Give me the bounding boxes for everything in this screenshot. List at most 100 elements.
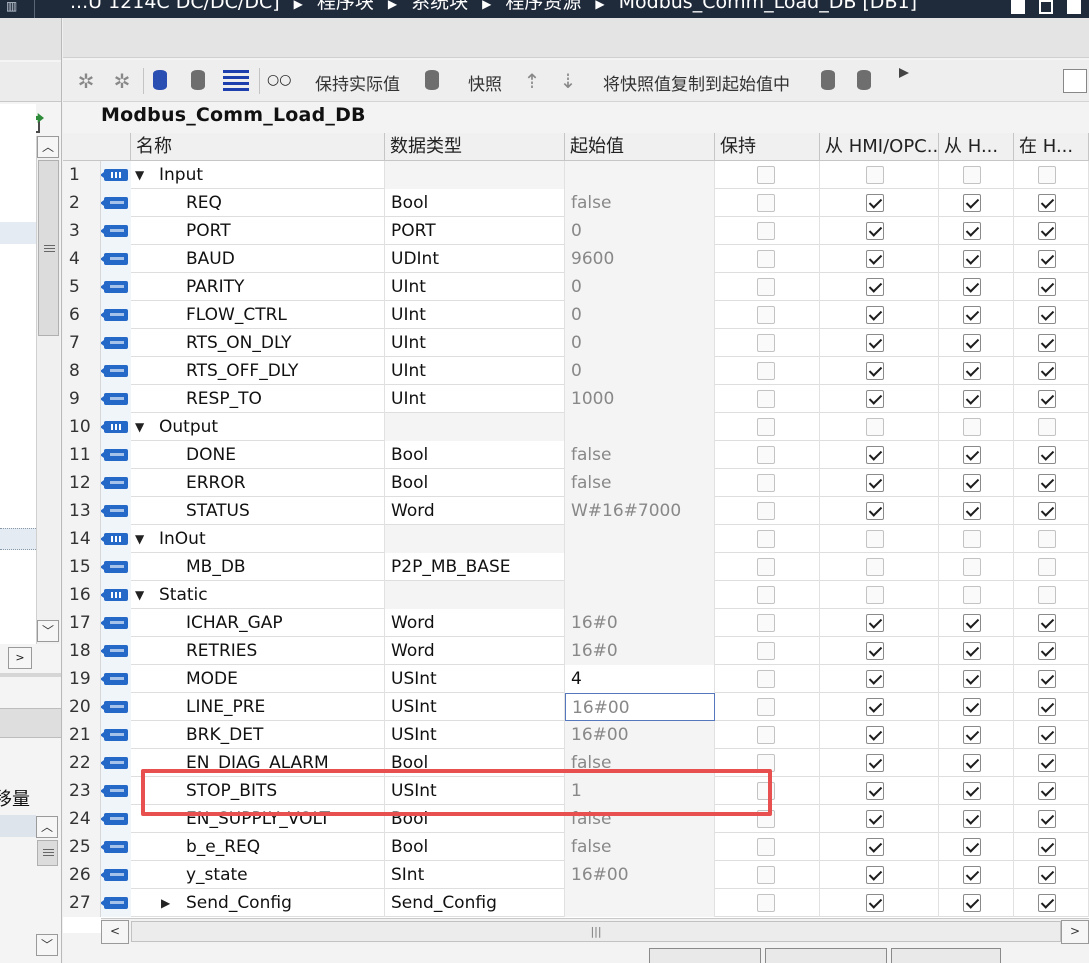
from-h-checkbox[interactable] bbox=[963, 278, 981, 296]
scroll-down-button[interactable]: ﹀ bbox=[37, 620, 59, 642]
start-value-cell[interactable]: 16#00 bbox=[565, 721, 715, 749]
retain-checkbox[interactable] bbox=[757, 474, 775, 492]
retain-checkbox[interactable] bbox=[757, 278, 775, 296]
breadcrumb-item[interactable]: 程序资源 bbox=[505, 0, 581, 13]
retain-checkbox[interactable] bbox=[757, 866, 775, 884]
name-cell[interactable]: RTS_ON_DLY bbox=[131, 329, 385, 357]
in-h-checkbox[interactable] bbox=[1038, 698, 1056, 716]
hmi-opc-checkbox[interactable] bbox=[866, 866, 884, 884]
name-cell[interactable]: PARITY bbox=[131, 273, 385, 301]
data-type-cell[interactable]: UInt bbox=[385, 329, 565, 357]
start-value-cell[interactable]: 0 bbox=[565, 273, 715, 301]
user-icon[interactable] bbox=[1063, 69, 1087, 93]
monitor-all-icon[interactable]: ○○ bbox=[267, 72, 293, 88]
start-value-cell[interactable]: false bbox=[565, 749, 715, 777]
data-type-cell[interactable] bbox=[385, 413, 565, 441]
start-value-cell[interactable] bbox=[565, 161, 715, 189]
in-h-checkbox[interactable] bbox=[1038, 894, 1056, 912]
table-row[interactable]: 2 REQ Bool false bbox=[63, 189, 1089, 217]
start-value-cell[interactable]: false bbox=[565, 441, 715, 469]
from-h-checkbox[interactable] bbox=[963, 558, 981, 576]
table-row[interactable]: 13 STATUS Word W#16#7000 bbox=[63, 497, 1089, 525]
hmi-opc-checkbox[interactable] bbox=[866, 558, 884, 576]
diagnostics-tab[interactable] bbox=[891, 948, 1001, 963]
retain-checkbox[interactable] bbox=[757, 586, 775, 604]
hmi-opc-checkbox[interactable] bbox=[866, 474, 884, 492]
table-row[interactable]: 19 MODE USInt 4 bbox=[63, 665, 1089, 693]
data-type-cell[interactable]: Bool bbox=[385, 441, 565, 469]
minimize-button[interactable] bbox=[1011, 0, 1025, 14]
expand-icon[interactable]: ▶ bbox=[161, 889, 170, 917]
hmi-opc-checkbox[interactable] bbox=[866, 754, 884, 772]
data-type-cell[interactable]: USInt bbox=[385, 721, 565, 749]
breadcrumb-item[interactable]: ...U 1214C DC/DC/DC] bbox=[70, 0, 280, 13]
start-value-cell[interactable]: 16#00 bbox=[565, 861, 715, 889]
list-view-icon[interactable] bbox=[223, 70, 249, 92]
from-h-checkbox[interactable] bbox=[963, 334, 981, 352]
from-h-checkbox[interactable] bbox=[963, 698, 981, 716]
hmi-opc-checkbox[interactable] bbox=[866, 642, 884, 660]
retain-checkbox[interactable] bbox=[757, 306, 775, 324]
table-row[interactable]: 5 PARITY UInt 0 bbox=[63, 273, 1089, 301]
in-h-checkbox[interactable] bbox=[1038, 222, 1056, 240]
details-scrollbar[interactable]: ︿ ﹀ bbox=[36, 816, 60, 958]
start-value-cell[interactable]: 16#0 bbox=[565, 637, 715, 665]
name-cell[interactable]: FLOW_CTRL bbox=[131, 301, 385, 329]
in-h-checkbox[interactable] bbox=[1038, 642, 1056, 660]
section-row[interactable]: 16 ▼ Static bbox=[63, 581, 1089, 609]
data-type-cell[interactable] bbox=[385, 525, 565, 553]
section-row[interactable]: 1 ▼ Input bbox=[63, 161, 1089, 189]
retain-checkbox[interactable] bbox=[757, 782, 775, 800]
col-in-h[interactable]: 在 H... bbox=[1014, 133, 1089, 161]
name-cell[interactable]: RTS_OFF_DLY bbox=[131, 357, 385, 385]
from-h-checkbox[interactable] bbox=[963, 530, 981, 548]
name-cell[interactable]: ▼ InOut bbox=[131, 525, 385, 553]
name-cell[interactable]: MB_DB bbox=[131, 553, 385, 581]
table-row[interactable]: 12 ERROR Bool false bbox=[63, 469, 1089, 497]
retain-checkbox[interactable] bbox=[757, 250, 775, 268]
name-cell[interactable]: EN_SUPPLY_VOLT bbox=[131, 805, 385, 833]
data-type-cell[interactable] bbox=[385, 161, 565, 189]
panel-divider[interactable] bbox=[0, 673, 61, 677]
col-name[interactable]: 名称 bbox=[131, 133, 385, 161]
in-h-checkbox[interactable] bbox=[1038, 278, 1056, 296]
in-h-checkbox[interactable] bbox=[1038, 530, 1056, 548]
name-cell[interactable]: RETRIES bbox=[131, 637, 385, 665]
collapse-icon[interactable]: ▼ bbox=[135, 581, 144, 609]
hmi-opc-checkbox[interactable] bbox=[866, 698, 884, 716]
start-value-cell[interactable]: 4 bbox=[565, 665, 715, 693]
retain-checkbox[interactable] bbox=[757, 362, 775, 380]
table-row[interactable]: 23 STOP_BITS USInt 1 bbox=[63, 777, 1089, 805]
from-h-checkbox[interactable] bbox=[963, 474, 981, 492]
data-type-cell[interactable]: Bool bbox=[385, 749, 565, 777]
start-value-cell[interactable]: 1 bbox=[565, 777, 715, 805]
table-row[interactable]: 25 b_e_REQ Bool false bbox=[63, 833, 1089, 861]
hmi-opc-checkbox[interactable] bbox=[866, 586, 884, 604]
name-cell[interactable]: EN_DIAG_ALARM bbox=[131, 749, 385, 777]
start-value-cell[interactable]: 0 bbox=[565, 301, 715, 329]
breadcrumb-item[interactable]: 程序块 bbox=[317, 0, 374, 13]
retain-checkbox[interactable] bbox=[757, 754, 775, 772]
hmi-opc-checkbox[interactable] bbox=[866, 446, 884, 464]
in-h-checkbox[interactable] bbox=[1038, 782, 1056, 800]
retain-checkbox[interactable] bbox=[757, 810, 775, 828]
from-h-checkbox[interactable] bbox=[963, 418, 981, 436]
vertical-scrollbar[interactable]: ︿ ﹀ bbox=[36, 136, 60, 644]
table-row[interactable]: 9 RESP_TO UInt 1000 bbox=[63, 385, 1089, 413]
expand-db-icon[interactable] bbox=[153, 70, 167, 90]
from-h-checkbox[interactable] bbox=[963, 502, 981, 520]
name-cell[interactable]: ERROR bbox=[131, 469, 385, 497]
start-value-cell[interactable]: 0 bbox=[565, 217, 715, 245]
name-cell[interactable]: PORT bbox=[131, 217, 385, 245]
from-h-checkbox[interactable] bbox=[963, 586, 981, 604]
start-value-cell[interactable]: false bbox=[565, 833, 715, 861]
start-value-cell[interactable]: 1000 bbox=[565, 385, 715, 413]
in-h-checkbox[interactable] bbox=[1038, 362, 1056, 380]
name-cell[interactable]: RESP_TO bbox=[131, 385, 385, 413]
retain-checkbox[interactable] bbox=[757, 642, 775, 660]
in-h-checkbox[interactable] bbox=[1038, 502, 1056, 520]
scroll-thumb[interactable]: ||| bbox=[131, 921, 1061, 942]
retain-checkbox[interactable] bbox=[757, 194, 775, 212]
table-row[interactable]: 21 BRK_DET USInt 16#00 bbox=[63, 721, 1089, 749]
from-h-checkbox[interactable] bbox=[963, 894, 981, 912]
